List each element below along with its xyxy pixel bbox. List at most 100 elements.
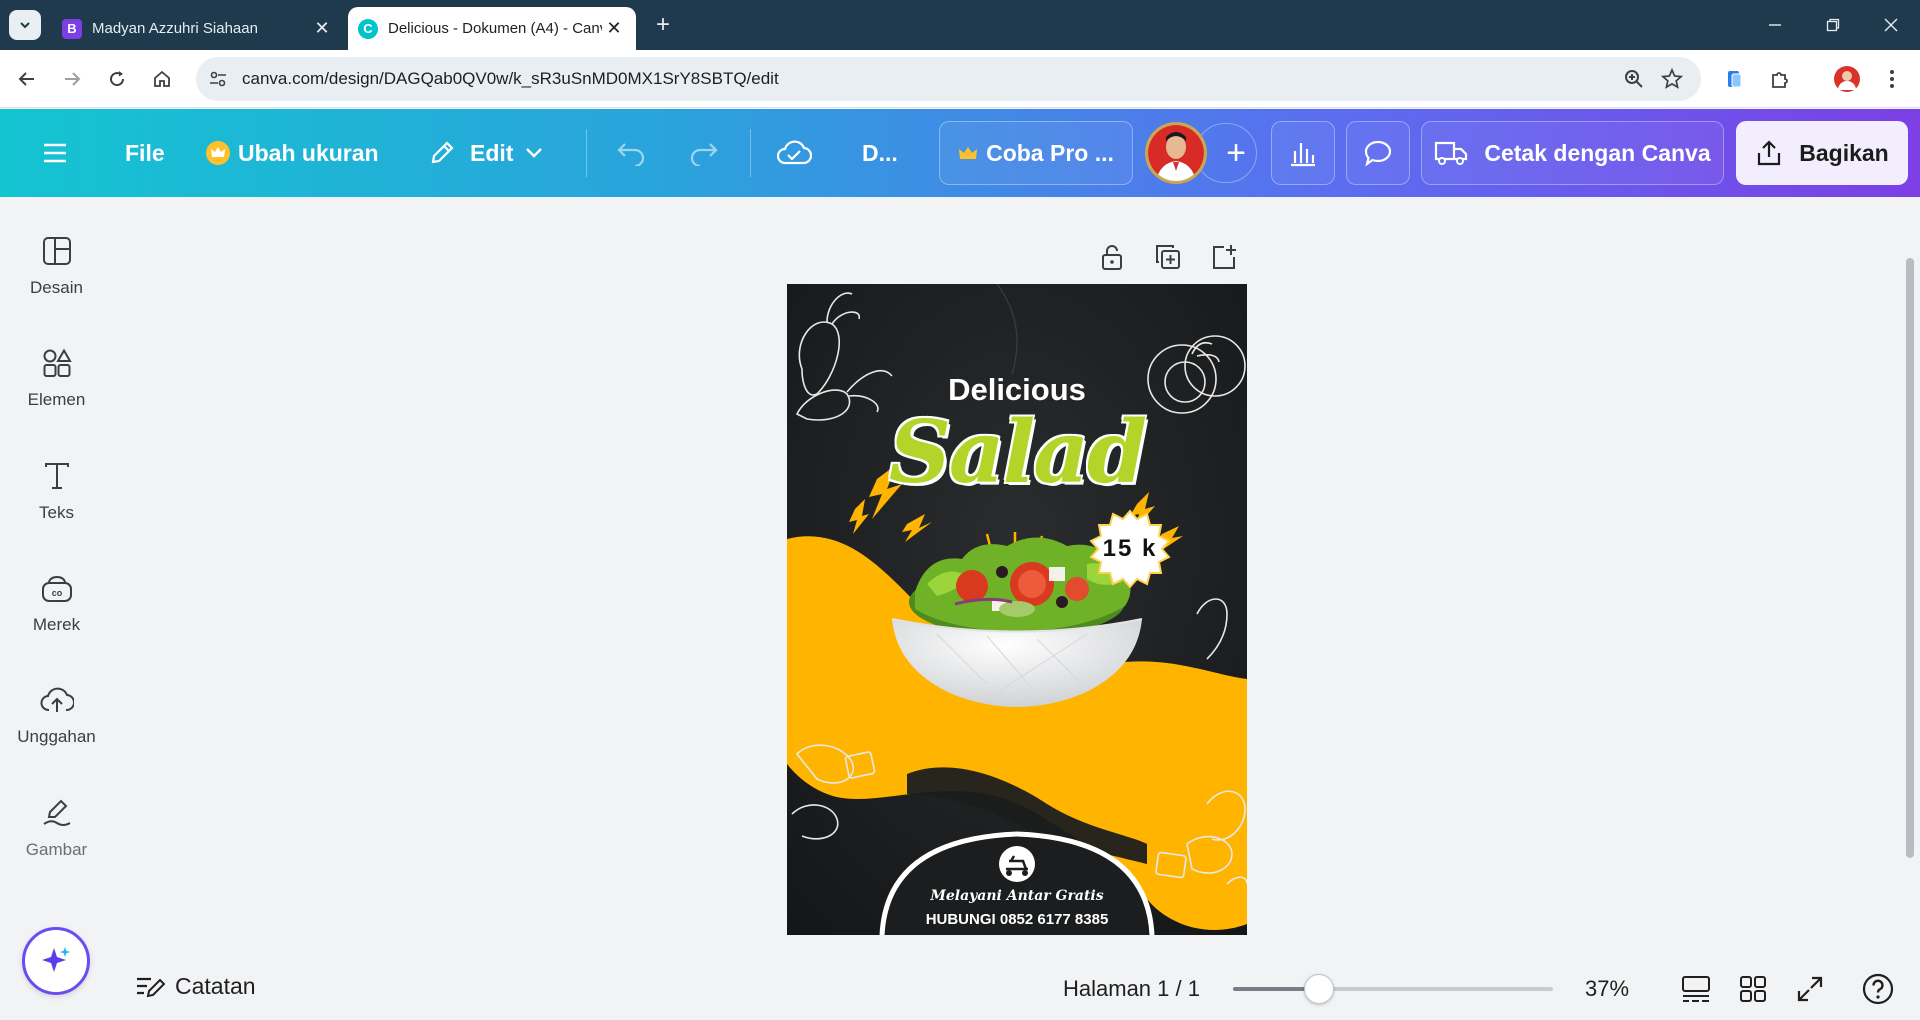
save-status-button[interactable]: [776, 109, 812, 197]
cloud-upload-icon: [40, 683, 74, 717]
back-button[interactable]: [12, 64, 42, 94]
browser-tab-strip: B Madyan Azzuhri Siahaan ✕ C Delicious -…: [0, 0, 1920, 50]
browser-toolbar: canva.com/design/DAGQab0QV0w/k_sR3uSnMD0…: [0, 50, 1920, 108]
cloud-check-icon: [776, 139, 812, 167]
file-menu-button[interactable]: File: [125, 109, 165, 197]
reload-icon: [107, 69, 127, 89]
editor-footer: Catatan Halaman 1 / 1 37%: [113, 957, 1920, 1020]
sidebar-item-text[interactable]: Teks: [0, 445, 113, 535]
layout-icon: [40, 234, 74, 268]
design-page[interactable]: Delicious Salad 15 k Melayani Antar Grat…: [787, 284, 1247, 935]
crown-icon: [206, 141, 230, 165]
page-view-button[interactable]: [1678, 971, 1714, 1007]
main-menu-button[interactable]: [42, 109, 68, 197]
hamburger-icon: [42, 142, 68, 164]
redo-button[interactable]: [688, 109, 720, 197]
close-window-button[interactable]: [1862, 0, 1920, 50]
kebab-icon: [1889, 69, 1895, 89]
sidebar-item-uploads[interactable]: Unggahan: [0, 669, 113, 759]
forward-button[interactable]: [57, 64, 87, 94]
minimize-button[interactable]: [1746, 0, 1804, 50]
undo-icon: [615, 140, 647, 166]
share-button[interactable]: Bagikan: [1736, 121, 1908, 185]
notes-label: Catatan: [175, 973, 256, 999]
profile-avatar[interactable]: [1832, 64, 1862, 94]
sidebar-item-brand[interactable]: co Merek: [0, 557, 113, 647]
upload-share-icon: [1755, 139, 1783, 167]
zoom-slider-handle[interactable]: [1304, 974, 1334, 1004]
home-button[interactable]: [147, 64, 177, 94]
help-button[interactable]: [1860, 971, 1896, 1007]
file-label: File: [125, 139, 165, 166]
redo-icon: [688, 140, 720, 166]
browser-tab[interactable]: B Madyan Azzuhri Siahaan ✕: [52, 7, 344, 50]
header-divider: [586, 129, 587, 177]
poster-tagline[interactable]: Melayani Antar Gratis: [787, 888, 1247, 904]
fullscreen-button[interactable]: [1792, 971, 1828, 1007]
sidebar-item-label: Desain: [30, 278, 83, 297]
zoom-slider[interactable]: [1233, 974, 1553, 1004]
workspace-scrollbar[interactable]: [1906, 258, 1914, 858]
print-label: Cetak dengan Canva: [1484, 139, 1711, 166]
lock-page-button[interactable]: [1096, 241, 1128, 273]
new-tab-button[interactable]: +: [650, 12, 676, 38]
close-icon[interactable]: ✕: [602, 17, 626, 41]
resize-label: Ubah ukuran: [238, 139, 379, 166]
print-with-canva-button[interactable]: Cetak dengan Canva: [1421, 121, 1724, 185]
insights-button[interactable]: [1271, 121, 1335, 185]
try-pro-button[interactable]: Coba Pro ...: [939, 121, 1133, 185]
page-indicator[interactable]: Halaman 1 / 1: [1063, 976, 1200, 1002]
magic-assistant-button[interactable]: [22, 927, 90, 995]
grid-view-button[interactable]: [1735, 971, 1771, 1007]
truck-icon: [1434, 140, 1468, 166]
star-icon[interactable]: [1661, 68, 1683, 90]
avatar[interactable]: [1145, 122, 1207, 184]
help-icon: [1862, 973, 1894, 1005]
sidebar-item-label: Teks: [39, 503, 74, 522]
share-label: Bagikan: [1799, 139, 1889, 166]
sidebar-item-design[interactable]: Desain: [0, 220, 113, 310]
duplicate-page-button[interactable]: [1152, 241, 1184, 273]
comment-icon: [1363, 139, 1393, 167]
undo-button[interactable]: [615, 109, 647, 197]
address-bar[interactable]: canva.com/design/DAGQab0QV0w/k_sR3uSnMD0…: [196, 57, 1701, 101]
document-title[interactable]: D...: [862, 109, 898, 197]
pencil-icon: [428, 139, 456, 167]
restore-button[interactable]: [1804, 0, 1862, 50]
price-badge[interactable]: 15 k: [1091, 535, 1169, 563]
add-page-button[interactable]: [1208, 241, 1240, 273]
tune-icon[interactable]: [208, 69, 228, 89]
edit-label: Edit: [470, 139, 514, 166]
puzzle-icon: [1769, 68, 1791, 90]
chevron-down-icon: [18, 18, 32, 32]
add-page-icon: [1210, 243, 1238, 271]
unlock-icon: [1100, 243, 1124, 271]
poster-contact[interactable]: HUBUNGI 0852 6177 8385: [787, 911, 1247, 928]
tab-search-button[interactable]: [9, 10, 41, 40]
grid-icon: [1739, 975, 1767, 1003]
sidebar-item-draw[interactable]: Gambar: [0, 782, 113, 872]
sidebar-item-label: Elemen: [27, 390, 86, 409]
sidebar-item-elements[interactable]: Elemen: [0, 332, 113, 422]
resize-button[interactable]: Ubah ukuran: [206, 109, 379, 197]
close-icon[interactable]: ✕: [310, 17, 334, 41]
comments-button[interactable]: [1346, 121, 1410, 185]
chevron-down-icon: [525, 147, 543, 159]
browser-menu-button[interactable]: [1877, 64, 1907, 94]
plus-icon: +: [1226, 133, 1246, 172]
notes-icon: [135, 974, 165, 1000]
edit-mode-button[interactable]: Edit: [428, 109, 543, 197]
browser-tab-active[interactable]: C Delicious - Dokumen (A4) - Canva ✕: [348, 7, 636, 50]
extensions-button[interactable]: [1765, 64, 1795, 94]
try-pro-label: Coba Pro ...: [986, 139, 1114, 166]
zoom-level[interactable]: 37%: [1585, 976, 1629, 1002]
brand-icon: co: [40, 571, 74, 605]
bar-chart-icon: [1288, 139, 1318, 167]
zoom-in-icon[interactable]: [1623, 68, 1645, 90]
notes-button[interactable]: Catatan: [135, 973, 256, 1000]
svg-text:co: co: [51, 588, 62, 598]
header-divider: [750, 129, 751, 177]
extension-button[interactable]: [1720, 64, 1750, 94]
reload-button[interactable]: [102, 64, 132, 94]
poster-title-main[interactable]: Salad: [787, 402, 1247, 503]
